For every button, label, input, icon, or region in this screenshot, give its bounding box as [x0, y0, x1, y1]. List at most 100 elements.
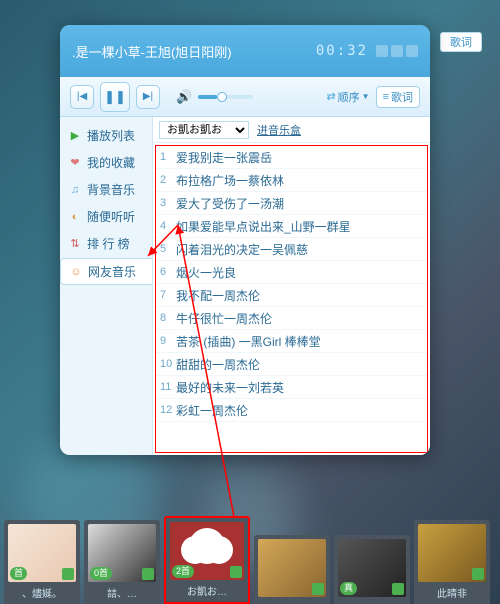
sidebar-item-4[interactable]: ⇅排 行 榜 [60, 231, 152, 256]
track-number: 7 [160, 289, 176, 301]
song-count-badge: 真 [340, 582, 357, 595]
track-row[interactable]: 1爱我别走一张震岳 [156, 146, 427, 169]
main-head: お凱お凱お 进音乐盒 [153, 117, 430, 143]
status-icon [142, 568, 154, 580]
track-number: 6 [160, 266, 176, 278]
track-title: 牛仔很忙一周杰伦 [176, 310, 423, 327]
sidebar-item-5[interactable]: ☺ 网友音乐 [60, 258, 153, 285]
status-icon [312, 583, 324, 595]
track-row[interactable]: 9苦茶 (插曲) 一黑Girl 棒棒堂 [156, 330, 427, 353]
track-title: 烟火一光良 [176, 264, 423, 281]
track-number: 4 [160, 220, 176, 232]
sidebar-label: 播放列表 [87, 127, 135, 144]
controls-bar: |◀ ❚❚ ▶| 🔊 ⇄ 顺序 ▼ ≡歌词 [60, 77, 430, 117]
mini-mode-icon[interactable] [391, 45, 403, 57]
track-number: 11 [160, 381, 176, 393]
dock-item[interactable]: 首、燼娫。 [4, 520, 80, 604]
track-row[interactable]: 11最好的未来一刘若英 [156, 376, 427, 399]
track-number: 1 [160, 151, 176, 163]
track-title: 闪着泪光的决定一吴佩慈 [176, 241, 423, 258]
track-number: 10 [160, 358, 176, 370]
track-number: 9 [160, 335, 176, 347]
volume-slider[interactable] [198, 95, 253, 99]
sidebar-label: 网友音乐 [88, 263, 136, 280]
next-button[interactable]: ▶| [136, 85, 160, 109]
avatar: 0首 [88, 524, 156, 582]
track-list[interactable]: 1爱我别走一张震岳2布拉格广场一蔡依林3爱大了受伤了一汤潮4如果爱能早点说出来_… [155, 145, 428, 453]
avatar: 首 [8, 524, 76, 582]
status-icon [230, 566, 242, 578]
sidebar-label: 我的收藏 [87, 154, 135, 171]
sidebar-item-3[interactable]: ◐ 随便听听 [60, 204, 152, 229]
sidebar-item-0[interactable]: ▶ 播放列表 [60, 123, 152, 148]
track-title: 爱大了受伤了一汤潮 [176, 195, 423, 212]
song-count-badge: 首 [10, 567, 27, 580]
elapsed-time: 00:32 [316, 43, 368, 59]
track-number: 2 [160, 174, 176, 186]
avatar: 真 [338, 539, 406, 597]
dock-label: 、燼娫。 [22, 585, 62, 600]
track-row[interactable]: 3爱大了受伤了一汤潮 [156, 192, 427, 215]
volume-icon[interactable]: 🔊 [176, 89, 192, 105]
avatar [258, 539, 326, 597]
dock-label: お凱お… [187, 583, 227, 598]
music-player-window: .是一棵小草-王旭(旭日阳刚) 00:32 |◀ ❚❚ ▶| 🔊 ⇄ 顺序 ▼ … [60, 25, 430, 455]
track-title: 爱我别走一张震岳 [176, 149, 423, 166]
lyrics-button[interactable]: ≡歌词 [376, 86, 420, 108]
sidebar-item-1[interactable]: ❤ 我的收藏 [60, 150, 152, 175]
dock-item[interactable]: 真 [334, 535, 410, 604]
window-controls [376, 45, 418, 57]
track-number: 12 [160, 404, 176, 416]
status-icon [392, 583, 404, 595]
minimize-icon[interactable] [376, 45, 388, 57]
player-header: .是一棵小草-王旭(旭日阳刚) 00:32 [60, 25, 430, 77]
track-title: 我不配一周杰伦 [176, 287, 423, 304]
main-panel: お凱お凱お 进音乐盒 1爱我别走一张震岳2布拉格广场一蔡依林3爱大了受伤了一汤潮… [152, 117, 430, 455]
track-title: 苦茶 (插曲) 一黑Girl 棒棒堂 [176, 333, 423, 350]
sidebar-item-2[interactable]: ♫ 背景音乐 [60, 177, 152, 202]
track-row[interactable]: 2布拉格广场一蔡依林 [156, 169, 427, 192]
status-icon [472, 568, 484, 580]
user-select[interactable]: お凱お凱お [159, 121, 249, 139]
now-playing-title: .是一棵小草-王旭(旭日阳刚) [72, 42, 316, 61]
track-number: 8 [160, 312, 176, 324]
track-title: 彩虹一周杰伦 [176, 402, 423, 419]
dock-label: 此晴非 [437, 585, 467, 600]
track-row[interactable]: 4如果爱能早点说出来_山野一群星 [156, 215, 427, 238]
track-row[interactable]: 8牛仔很忙一周杰伦 [156, 307, 427, 330]
play-mode-selector[interactable]: ⇄ 顺序 ▼ [326, 89, 369, 105]
avatar: 2首 [170, 522, 244, 580]
track-row[interactable]: 6烟火一光良 [156, 261, 427, 284]
sidebar-label: 背景音乐 [87, 181, 135, 198]
sidebar-icon: ♫ [68, 183, 82, 197]
track-row[interactable]: 7我不配一周杰伦 [156, 284, 427, 307]
track-number: 5 [160, 243, 176, 255]
sidebar-icon: ❤ [68, 156, 82, 170]
track-title: 最好的未来一刘若英 [176, 379, 423, 396]
track-row[interactable]: 5闪着泪光的决定一吴佩慈 [156, 238, 427, 261]
song-count-badge: 0首 [90, 567, 112, 580]
dock-item[interactable] [254, 535, 330, 604]
dock-item[interactable]: 此晴非 [414, 520, 490, 604]
track-title: 甜甜的一周杰伦 [176, 356, 423, 373]
dock-item[interactable]: 0首誩、… [84, 520, 160, 604]
close-icon[interactable] [406, 45, 418, 57]
lyrics-external-button[interactable]: 歌词 [440, 32, 482, 52]
play-pause-button[interactable]: ❚❚ [100, 82, 130, 112]
sidebar-icon: ☺ [69, 265, 83, 279]
track-title: 布拉格广场一蔡依林 [176, 172, 423, 189]
prev-button[interactable]: |◀ [70, 85, 94, 109]
dock-item[interactable]: 2首お凱お… [164, 516, 250, 604]
sidebar-icon: ▶ [68, 129, 82, 143]
avatar [418, 524, 486, 582]
song-count-badge: 2首 [172, 565, 194, 578]
status-icon [62, 568, 74, 580]
track-row[interactable]: 12彩虹一周杰伦 [156, 399, 427, 422]
track-row[interactable]: 10甜甜的一周杰伦 [156, 353, 427, 376]
track-number: 3 [160, 197, 176, 209]
sidebar-icon: ◐ [68, 210, 82, 224]
sidebar-nav: ▶ 播放列表 ❤ 我的收藏 ♫ 背景音乐 ◐ 随便听听 ⇅排 行 榜 ☺ 网友音乐 [60, 117, 152, 455]
music-box-link[interactable]: 进音乐盒 [257, 122, 301, 138]
friends-dock: 首、燼娫。0首誩、…2首お凱お…真此晴非 [0, 504, 500, 604]
sidebar-label: 随便听听 [87, 208, 135, 225]
